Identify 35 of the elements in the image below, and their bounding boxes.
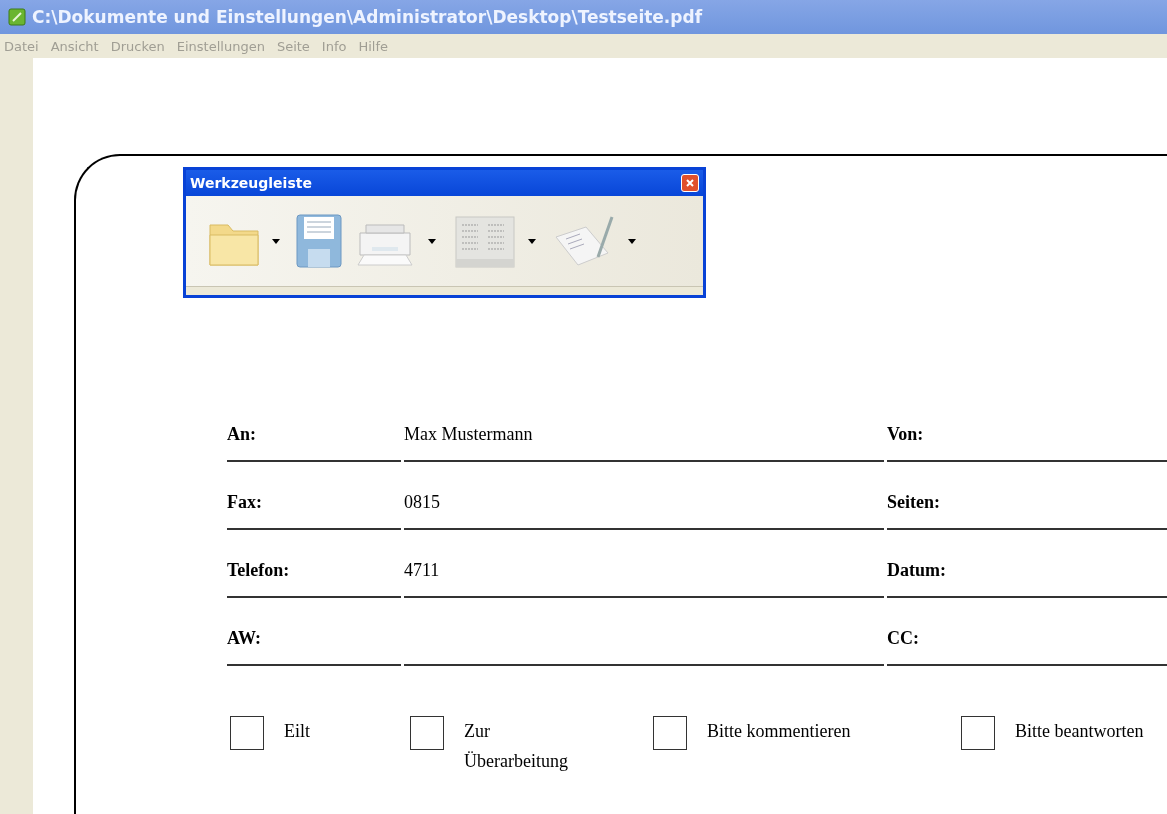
menu-item[interactable]: Datei [4, 38, 39, 54]
menu-item[interactable]: Einstellungen [176, 38, 265, 54]
checkbox-label: Bitte kommentieren [707, 720, 851, 743]
field-label: Telefon: [227, 559, 290, 581]
app-icon [8, 8, 26, 26]
checkbox[interactable] [410, 716, 444, 750]
field-label: Seiten: [887, 491, 940, 513]
window-title: C:\Dokumente und Einstellungen\Administrator\Desktop\Testseite.pdf [32, 7, 703, 27]
toolbar-title: Werkzeugleiste [190, 175, 312, 191]
caret-icon [428, 238, 436, 244]
checkbox[interactable] [230, 716, 264, 750]
menu-item[interactable]: Ansicht [50, 38, 99, 54]
field-label: CC: [887, 627, 919, 649]
field-label: Fax: [227, 491, 262, 513]
checkbox-label: Bitte beantworten [1015, 720, 1145, 743]
field-value: Max Mustermann [404, 423, 533, 445]
close-button[interactable] [681, 174, 699, 192]
menu-item[interactable]: Hilfe [358, 38, 389, 54]
menu-item[interactable]: Info [321, 38, 347, 54]
checkbox-label: Eilt [284, 720, 310, 743]
field-label: Datum: [887, 559, 946, 581]
menu-item[interactable]: Seite [276, 38, 310, 54]
menu-item[interactable]: Drucken [110, 38, 165, 54]
close-icon [685, 178, 695, 188]
field-value: 4711 [404, 559, 440, 581]
caret-icon [272, 238, 280, 244]
caret-icon [628, 238, 636, 244]
field-label: An: [227, 423, 256, 445]
checkbox-label: Zur Überarbeitung [464, 720, 569, 773]
checkbox[interactable] [653, 716, 687, 750]
field-label: Von: [887, 423, 924, 445]
field-value: 0815 [404, 491, 440, 513]
checkbox[interactable] [961, 716, 995, 750]
field-label: AW: [227, 627, 261, 649]
caret-icon [528, 238, 536, 244]
